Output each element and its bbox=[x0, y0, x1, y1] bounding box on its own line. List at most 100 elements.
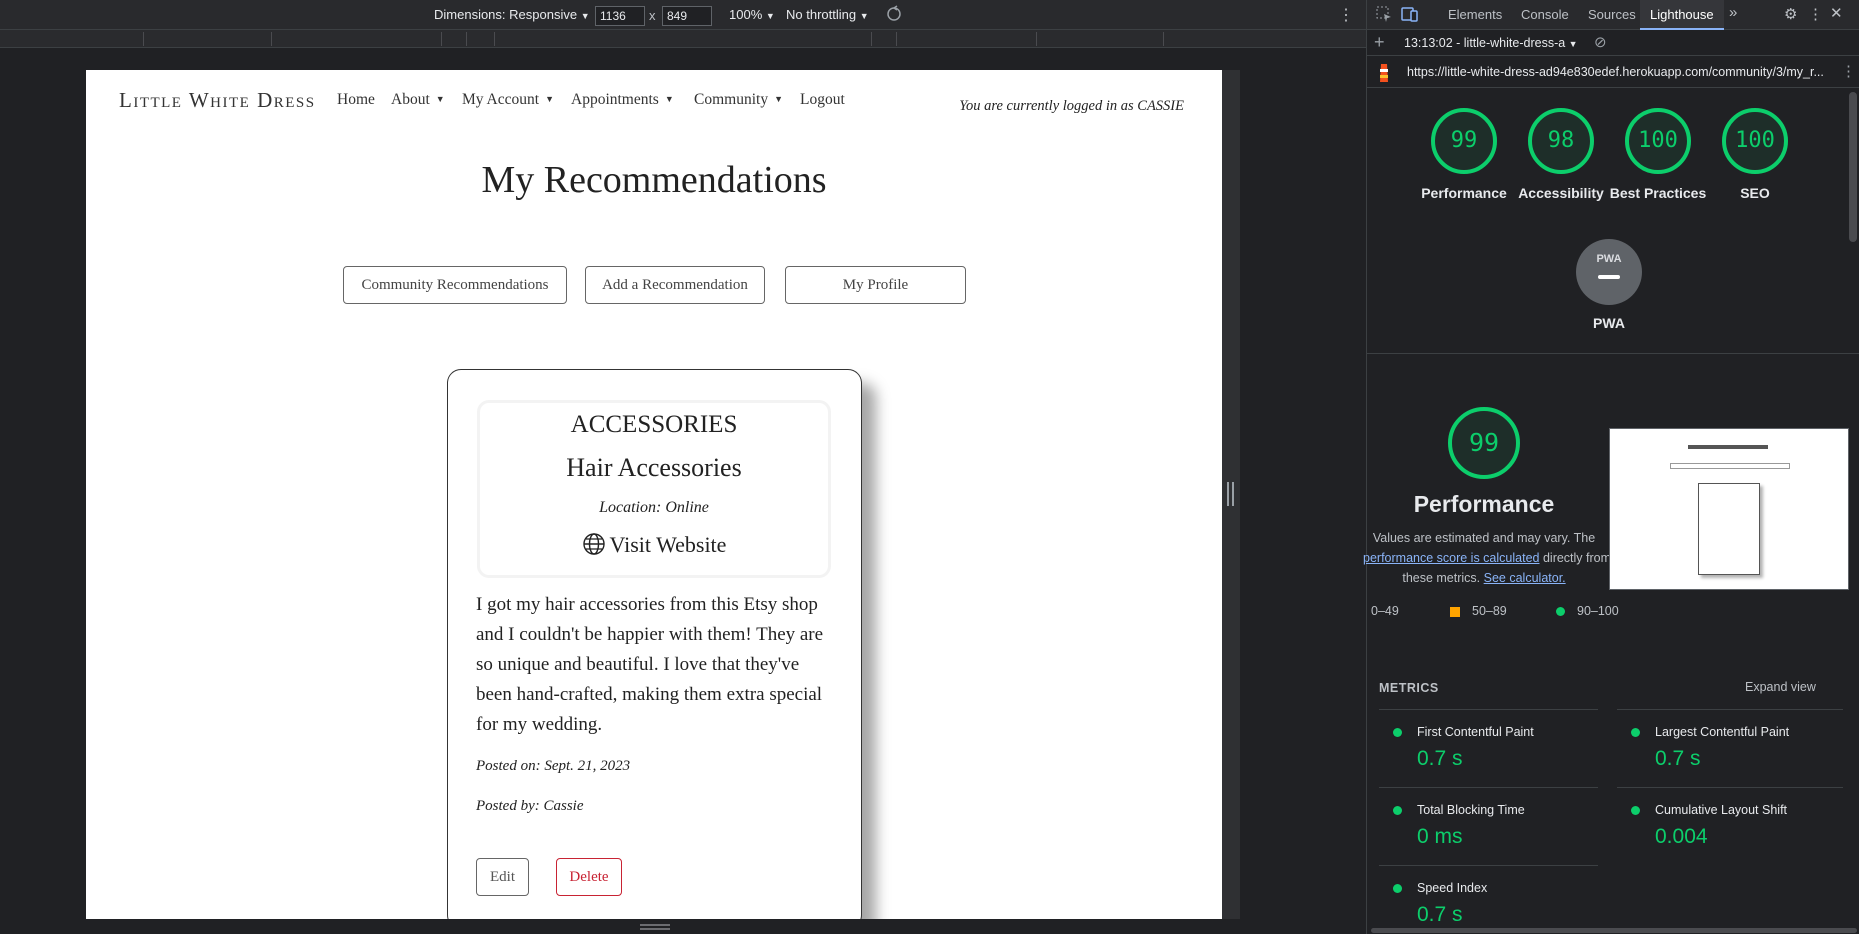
width-input[interactable] bbox=[595, 6, 645, 26]
perf-desc-line2: directly from bbox=[1542, 551, 1612, 565]
status-pass-icon bbox=[1393, 806, 1402, 815]
perf-desc-line3: these metrics. bbox=[1402, 571, 1481, 585]
performance-label: Performance bbox=[1421, 185, 1507, 201]
page-viewport: Little White Dress Home About ▼ My Accoun… bbox=[86, 70, 1222, 919]
device-toolbar: Dimensions: Responsive ▼ x 100% ▼ No thr… bbox=[0, 0, 1366, 30]
nav-community[interactable]: Community ▼ bbox=[694, 91, 783, 109]
divider bbox=[1617, 709, 1843, 710]
metric-cls-value: 0.004 bbox=[1655, 825, 1708, 848]
height-input[interactable] bbox=[662, 6, 712, 26]
accessibility-gauge[interactable]: 98 bbox=[1528, 108, 1594, 174]
divider bbox=[1379, 709, 1598, 710]
legend-mid-square-icon bbox=[1450, 607, 1460, 617]
logged-in-status: You are currently logged in as CASSIE bbox=[959, 98, 1184, 114]
best-practices-label: Best Practices bbox=[1609, 185, 1707, 201]
rotate-icon[interactable] bbox=[884, 4, 904, 27]
caret-down-icon: ▼ bbox=[859, 11, 869, 21]
edit-button[interactable]: Edit bbox=[476, 858, 529, 896]
caret-down-icon: ▼ bbox=[580, 11, 590, 21]
posted-on: Posted on: Sept. 21, 2023 bbox=[476, 758, 631, 774]
perf-desc-line1: Values are estimated and may vary. The bbox=[1372, 531, 1596, 545]
nav-about[interactable]: About ▼ bbox=[391, 91, 445, 109]
nav-community-label: Community bbox=[694, 91, 769, 108]
card-category: ACCESSORIES bbox=[570, 411, 738, 438]
devtools-panel: Elements Console Sources Lighthouse » ⚙ … bbox=[1363, 0, 1859, 934]
close-devtools-icon[interactable]: ✕ bbox=[1830, 4, 1843, 22]
thumbnail-buttons bbox=[1670, 463, 1790, 469]
bottom-resize-handle[interactable] bbox=[640, 924, 670, 930]
throttling-dropdown[interactable]: No throttling ▼ bbox=[786, 7, 869, 22]
customize-menu-icon[interactable]: ⋮ bbox=[1808, 5, 1823, 23]
nav-logout[interactable]: Logout bbox=[800, 91, 845, 109]
metric-lcp-value: 0.7 s bbox=[1655, 747, 1701, 770]
performance-score-gauge: 99 bbox=[1448, 407, 1520, 479]
caret-down-icon: ▼ bbox=[765, 11, 775, 21]
score-calculated-link[interactable]: performance score is calculated bbox=[1363, 551, 1539, 565]
divider bbox=[1379, 787, 1598, 788]
devtools-tab-bar: Elements Console Sources Lighthouse » ⚙ … bbox=[1367, 0, 1859, 30]
metric-tbt-value: 0 ms bbox=[1417, 825, 1463, 848]
seo-gauge[interactable]: 100 bbox=[1722, 108, 1788, 174]
more-tabs-icon[interactable]: » bbox=[1729, 4, 1737, 21]
settings-gear-icon[interactable]: ⚙ bbox=[1784, 5, 1797, 23]
report-url[interactable]: https://little-white-dress-ad94e830edef.… bbox=[1407, 65, 1827, 79]
metric-cls-name: Cumulative Layout Shift bbox=[1655, 803, 1788, 817]
dimensions-label: Dimensions: Responsive bbox=[434, 7, 578, 22]
community-recommendations-button[interactable]: Community Recommendations bbox=[343, 266, 567, 304]
tab-console[interactable]: Console bbox=[1521, 7, 1569, 22]
tab-elements[interactable]: Elements bbox=[1448, 7, 1502, 22]
divider bbox=[1617, 787, 1843, 788]
resize-gutter[interactable] bbox=[1222, 70, 1240, 919]
more-options-icon[interactable]: ⋮ bbox=[1338, 5, 1354, 25]
pwa-badge[interactable]: PWA bbox=[1576, 239, 1642, 305]
media-query-ruler bbox=[0, 30, 1366, 48]
seo-label: SEO bbox=[1740, 185, 1770, 201]
nav-home[interactable]: Home bbox=[337, 91, 375, 109]
clear-reports-icon[interactable]: ⊘ bbox=[1594, 33, 1607, 51]
dimensions-dropdown[interactable]: Dimensions: Responsive ▼ bbox=[434, 7, 590, 22]
best-practices-gauge[interactable]: 100 bbox=[1625, 108, 1691, 174]
legend-high: 90–100 bbox=[1577, 604, 1619, 618]
page-title: My Recommendations bbox=[481, 159, 827, 201]
status-pass-icon bbox=[1393, 728, 1402, 737]
tab-sources[interactable]: Sources bbox=[1588, 7, 1636, 22]
my-profile-button[interactable]: My Profile bbox=[785, 266, 966, 304]
caret-down-icon: ▼ bbox=[664, 94, 674, 104]
globe-icon bbox=[582, 533, 605, 555]
horizontal-scrollbar[interactable] bbox=[1371, 928, 1857, 933]
report-selector[interactable]: 13:13:02 - little-white-dress-a ▼ bbox=[1404, 36, 1578, 50]
metric-fcp-name: First Contentful Paint bbox=[1417, 725, 1534, 739]
metric-tbt-name: Total Blocking Time bbox=[1417, 803, 1525, 817]
site-brand[interactable]: Little White Dress bbox=[119, 88, 316, 113]
caret-down-icon: ▼ bbox=[774, 94, 783, 104]
zoom-label: 100% bbox=[729, 7, 763, 22]
add-recommendation-button[interactable]: Add a Recommendation bbox=[585, 266, 765, 304]
nav-appointments[interactable]: Appointments ▼ bbox=[571, 91, 674, 109]
visit-website-link[interactable]: Visit Website bbox=[480, 532, 828, 558]
legend-low-label: 0–49 bbox=[1371, 604, 1399, 618]
inspect-element-icon[interactable] bbox=[1375, 5, 1393, 26]
tab-lighthouse[interactable]: Lighthouse bbox=[1640, 0, 1724, 30]
zoom-dropdown[interactable]: 100% ▼ bbox=[729, 7, 775, 22]
report-time-label: 13:13:02 - little-white-dress-a bbox=[1404, 36, 1566, 50]
report-menu-icon[interactable]: ⋮ bbox=[1841, 62, 1856, 80]
expand-view-toggle[interactable]: Expand view bbox=[1745, 680, 1816, 694]
new-report-plus-icon[interactable]: + bbox=[1374, 32, 1385, 53]
card-title: Hair Accessories bbox=[566, 453, 742, 482]
device-toggle-icon[interactable] bbox=[1401, 5, 1419, 26]
performance-title: Performance bbox=[1413, 491, 1555, 517]
vertical-scrollbar[interactable] bbox=[1849, 92, 1857, 242]
nav-my-account[interactable]: My Account ▼ bbox=[462, 91, 554, 109]
thumbnail-card bbox=[1698, 483, 1760, 575]
divider bbox=[1379, 865, 1598, 866]
page-screenshot-thumbnail[interactable] bbox=[1609, 428, 1849, 590]
legend-high-circle-icon bbox=[1556, 607, 1565, 616]
performance-gauge[interactable]: 99 bbox=[1431, 108, 1497, 174]
metric-si-value: 0.7 s bbox=[1417, 903, 1463, 926]
legend-low: 0–49 bbox=[1371, 604, 1399, 618]
see-calculator-link[interactable]: See calculator. bbox=[1484, 571, 1566, 585]
delete-button[interactable]: Delete bbox=[556, 858, 622, 896]
posted-by: Posted by: Cassie bbox=[476, 798, 584, 814]
status-pass-icon bbox=[1631, 806, 1640, 815]
legend-mid: 50–89 bbox=[1472, 604, 1507, 618]
